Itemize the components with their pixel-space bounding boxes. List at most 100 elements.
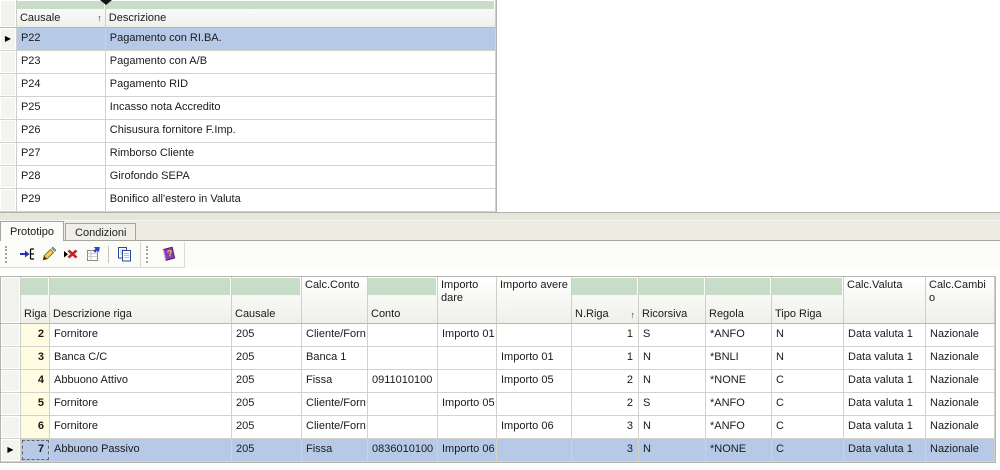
cell-causale[interactable]: 205 [232,347,302,369]
cell-calc-cambio[interactable]: Nazionale [926,393,995,415]
cell-n-riga[interactable]: 1 [572,347,639,369]
cell-descrizione[interactable]: Bonifico all'estero in Valuta [106,189,496,211]
column-header-calc-conto[interactable]: Calc.Conto [302,277,368,323]
cell-calc-cambio[interactable]: Nazionale [926,416,995,438]
cell-tipo-riga[interactable]: C [772,416,844,438]
table-row[interactable]: P28Girofondo SEPA [0,166,496,189]
row-selector[interactable] [0,51,17,73]
table-row[interactable]: P24Pagamento RID [0,74,496,97]
toolbar-gripper[interactable] [146,246,152,263]
table-row[interactable]: 5Fornitore205Cliente/FornImporto 052S*AN… [1,393,995,416]
cell-causale[interactable]: P28 [17,166,106,188]
row-selector[interactable] [1,393,21,415]
cell-descrizione[interactable]: Incasso nota Accredito [106,97,496,119]
column-header-n-riga[interactable]: N.Riga↑ [572,277,639,323]
column-header-calc-valuta[interactable]: Calc.Valuta [844,277,926,323]
cell-calc-valuta[interactable]: Data valuta 1 [844,416,926,438]
cell-regola[interactable]: *NONE [706,439,772,461]
cell-riga[interactable]: 2 [21,324,50,346]
cell-calc-cambio[interactable]: Nazionale [926,324,995,346]
cell-n-riga[interactable]: 2 [572,393,639,415]
cell-ricorsiva[interactable]: S [639,393,706,415]
column-header-tipo-riga[interactable]: Tipo Riga [772,277,844,323]
cell-n-riga[interactable]: 3 [572,439,639,461]
cell-tipo-riga[interactable]: C [772,439,844,461]
cell-tipo-riga[interactable]: N [772,347,844,369]
cell-descrizione[interactable]: Pagamento con A/B [106,51,496,73]
column-header-causale[interactable]: Causale↑ [17,0,106,27]
cell-causale[interactable]: P22 [17,28,106,50]
cell-ricorsiva[interactable]: N [639,416,706,438]
column-header-causale[interactable]: Causale [232,277,302,323]
cell-conto[interactable]: 0836010100 [368,439,438,461]
tab-condizioni[interactable]: Condizioni [65,223,136,240]
cell-importo-dare[interactable] [438,347,497,369]
column-header-importo-avere[interactable]: Importo avere [497,277,572,323]
table-row[interactable]: 3Banca C/C205Banca 1Importo 011N*BNLINDa… [1,347,995,370]
cell-regola[interactable]: *ANFO [706,324,772,346]
cell-descrizione-riga[interactable]: Fornitore [50,416,232,438]
cell-conto[interactable] [368,347,438,369]
tab-prototipo[interactable]: Prototipo [0,221,64,241]
cell-tipo-riga[interactable]: N [772,324,844,346]
cell-calc-conto[interactable]: Fissa [302,439,368,461]
cell-ricorsiva[interactable]: N [639,370,706,392]
cell-calc-conto[interactable]: Cliente/Forn [302,393,368,415]
cell-descrizione-riga[interactable]: Abbuono Passivo [50,439,232,461]
cell-importo-dare[interactable] [438,370,497,392]
table-row[interactable]: 4Abbuono Attivo205Fissa0911010100Importo… [1,370,995,393]
select-all-corner[interactable] [1,277,21,323]
row-selector[interactable] [0,97,17,119]
cell-descrizione[interactable]: Pagamento RID [106,74,496,96]
cell-importo-avere[interactable]: Importo 06 [497,416,572,438]
cell-causale[interactable]: 205 [232,370,302,392]
cell-importo-dare[interactable]: Importo 01 [438,324,497,346]
cell-descrizione-riga[interactable]: Fornitore [50,393,232,415]
cell-ricorsiva[interactable]: N [639,439,706,461]
cell-causale[interactable]: 205 [232,324,302,346]
cell-descrizione-riga[interactable]: Banca C/C [50,347,232,369]
cell-conto[interactable] [368,393,438,415]
cell-importo-dare[interactable]: Importo 05 [438,393,497,415]
delete-record-icon[interactable] [60,243,82,265]
cell-descrizione[interactable]: Rimborso Cliente [106,143,496,165]
row-selector[interactable] [0,143,17,165]
cell-causale[interactable]: P27 [17,143,106,165]
cell-n-riga[interactable]: 1 [572,324,639,346]
row-selector[interactable] [1,370,21,392]
cell-riga[interactable]: 3 [21,347,50,369]
cell-causale[interactable]: 205 [232,439,302,461]
cell-calc-conto[interactable]: Banca 1 [302,347,368,369]
table-row[interactable]: P25Incasso nota Accredito [0,97,496,120]
cell-causale[interactable]: P29 [17,189,106,211]
table-row[interactable]: P23Pagamento con A/B [0,51,496,74]
cell-importo-avere[interactable]: Importo 01 [497,347,572,369]
row-selector[interactable] [1,324,21,346]
cell-regola[interactable]: *BNLI [706,347,772,369]
cell-causale[interactable]: P25 [17,97,106,119]
row-selector[interactable] [0,166,17,188]
cell-riga[interactable]: 5 [21,393,50,415]
toolbar-gripper[interactable] [5,246,11,263]
cell-causale[interactable]: P23 [17,51,106,73]
edit-record-icon[interactable] [38,243,60,265]
column-header-descrizione-riga[interactable]: Descrizione riga [50,277,232,323]
table-row[interactable]: P27Rimborso Cliente [0,143,496,166]
cell-descrizione[interactable]: Pagamento con RI.BA. [106,28,496,50]
column-header-riga[interactable]: Riga [21,277,50,323]
row-selector[interactable] [1,347,21,369]
cell-conto[interactable] [368,416,438,438]
select-all-corner[interactable] [0,0,17,27]
column-header-ricorsiva[interactable]: Ricorsiva [639,277,706,323]
cell-riga[interactable]: 4 [21,370,50,392]
copy-icon[interactable] [113,243,135,265]
table-row[interactable]: 6Fornitore205Cliente/FornImporto 063N*AN… [1,416,995,439]
cell-n-riga[interactable]: 3 [572,416,639,438]
cell-calc-conto[interactable]: Fissa [302,370,368,392]
cell-riga[interactable]: 7 [21,439,50,461]
column-header-conto[interactable]: Conto [368,277,438,323]
row-selector[interactable]: ▶ [1,439,21,461]
cell-regola[interactable]: *ANFO [706,416,772,438]
table-row[interactable]: 2Fornitore205Cliente/FornImporto 011S*AN… [1,324,995,347]
cell-calc-valuta[interactable]: Data valuta 1 [844,347,926,369]
